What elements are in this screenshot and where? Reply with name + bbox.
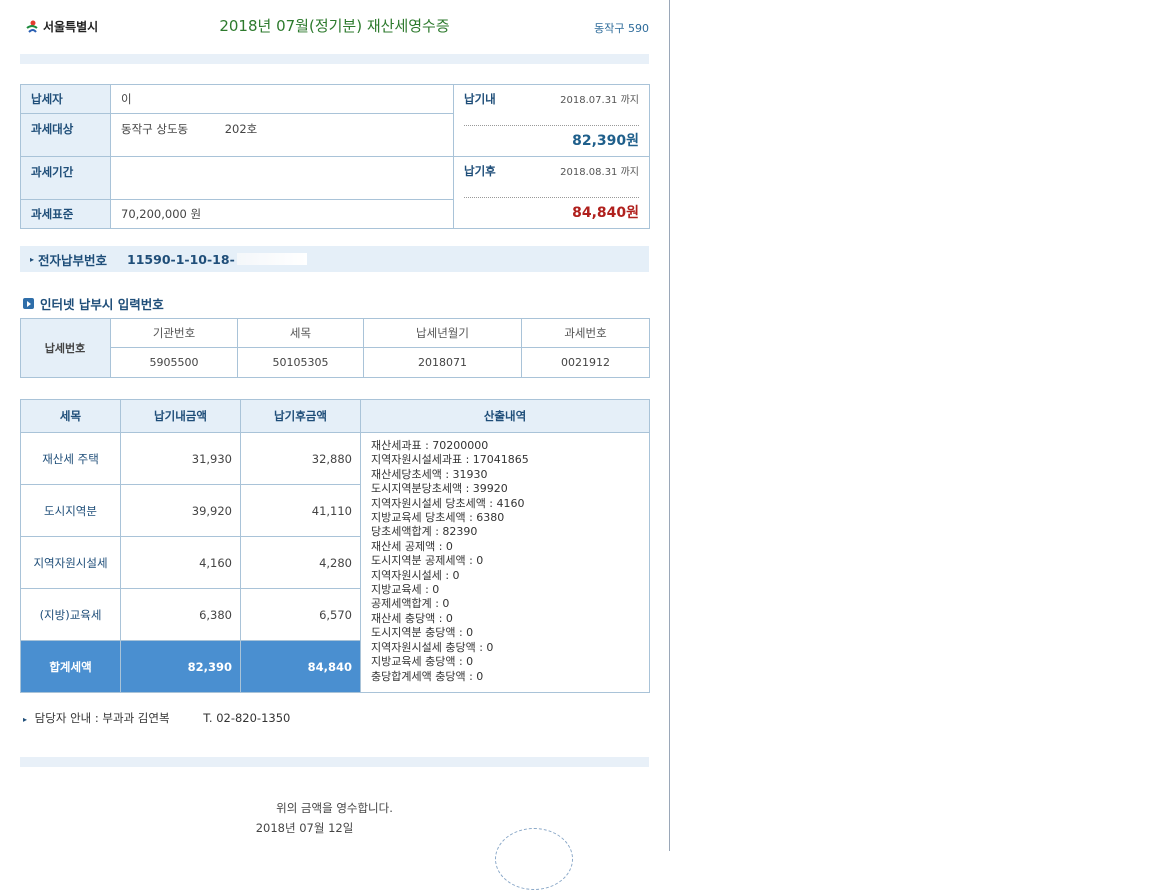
tax-number-label: 납세번호: [20, 318, 111, 378]
calculation-line: 지방교육세 당초세액 : 6380: [371, 511, 505, 525]
calculation-line: 지역자원시설세과표 : 17041865: [371, 453, 529, 467]
target-value: 동작구 상도동 202호: [110, 113, 454, 157]
standard-label: 과세표준: [20, 199, 111, 229]
col-header: 납세년월기: [363, 318, 522, 348]
target-label: 과세대상: [20, 113, 111, 157]
payer-value: 이: [110, 84, 454, 114]
calculation-line: 공제세액합계 : 0: [371, 597, 450, 611]
arrow-right-icon: ▸: [30, 254, 35, 264]
tax-period: 2018071: [363, 347, 522, 378]
tax-item-code: 50105305: [237, 347, 364, 378]
agency-number: 5905500: [110, 347, 238, 378]
stamp-seal: [495, 828, 573, 890]
tax-serial: 0021912: [521, 347, 650, 378]
after-due-cell: 납기후 2018.08.31 까지 84,840원: [453, 156, 650, 229]
page-divider: [669, 0, 670, 851]
before-due-cell: 납기내 2018.07.31 까지 82,390원: [453, 84, 650, 157]
internet-section-title: 인터넷 납부시 입력번호: [23, 294, 164, 313]
payer-label: 납세자: [20, 84, 111, 114]
play-square-icon: [23, 298, 34, 309]
table-row: 재산세 주택 31,930 32,880 재산세과표 : 70200000 지역자…: [20, 432, 650, 693]
internet-section-label: 인터넷 납부시 입력번호: [40, 297, 164, 312]
redacted-mark: [236, 253, 307, 265]
col-header: 산출내역: [360, 399, 650, 433]
arrow-right-icon: ▸: [23, 715, 28, 724]
col-header: 세목: [237, 318, 364, 348]
period-label: 과세기간: [20, 156, 111, 200]
calculation-line: 충당합계세액 충당액 : 0: [371, 669, 484, 683]
divider-bar: [20, 757, 649, 767]
calculation-line: 지역자원시설세 당초세액 : 4160: [371, 496, 525, 510]
electronic-payment-bar: ▸ 전자납부번호 11590-1-10-18-: [20, 246, 649, 272]
standard-value: 70,200,000 원: [110, 199, 454, 229]
calculation-line: 도시지역분당초세액 : 39920: [371, 482, 508, 496]
col-header: 세목: [20, 399, 121, 433]
after-due-amount: 84,840원: [572, 205, 639, 221]
calculation-line: 지방교육세 충당액 : 0: [371, 655, 474, 669]
col-header: 기관번호: [110, 318, 238, 348]
contact-info: ▸ 담당자 안내 : 부과과 김연복 T. 02-820-1350: [23, 710, 290, 726]
calculation-details: 재산세과표 : 70200000 지역자원시설세과표 : 17041865 재산세당…: [360, 432, 650, 693]
after-due-date: 2018.08.31 까지: [560, 167, 639, 178]
col-header: 납기후금액: [240, 399, 361, 433]
calculation-line: 재산세 공제액 : 0: [371, 539, 453, 553]
calculation-line: 재산세당초세액 : 31930: [371, 467, 488, 481]
calculation-line: 지방교육세 : 0: [371, 583, 440, 597]
before-due-date: 2018.07.31 까지: [560, 95, 639, 106]
calculation-line: 지역자원시설세 : 0: [371, 568, 460, 582]
calculation-line: 재산세과표 : 70200000: [371, 439, 489, 452]
before-due-label: 납기내: [464, 92, 496, 106]
calculation-line: 재산세 충당액 : 0: [371, 611, 453, 625]
taxpayer-info-table: 납세자 이 납기내 2018.07.31 까지 82,390원 과세대상 동작구…: [20, 84, 650, 229]
page-title: 2018년 07월(정기분) 재산세영수증: [219, 17, 450, 35]
calculation-line: 당초세액합계 : 82390: [371, 525, 478, 539]
electronic-payment-label: 전자납부번호: [38, 252, 108, 268]
contact-text: 담당자 안내 : 부과과 김연복: [34, 711, 170, 725]
before-due-amount: 82,390원: [572, 133, 639, 149]
receipt-confirm-text: 위의 금액을 영수합니다.: [276, 801, 393, 815]
calculation-line: 지역자원시설세 충당액 : 0: [371, 640, 494, 654]
tax-breakdown-table: 세목 납기내금액 납기후금액 산출내역 재산세 주택 31,930 32,880…: [20, 399, 650, 693]
after-due-label: 납기후: [464, 164, 496, 178]
period-value: [110, 156, 454, 200]
contact-phone: T. 02-820-1350: [203, 711, 291, 725]
calculation-line: 도시지역분 충당액 : 0: [371, 626, 474, 640]
col-header: 납기내금액: [120, 399, 241, 433]
internet-payment-table: 납세번호 기관번호 세목 납세년월기 과세번호 5905500 50105305…: [20, 318, 650, 378]
calculation-line: 도시지역분 공제세액 : 0: [371, 554, 484, 568]
electronic-payment-number: 11590-1-10-18-: [127, 251, 235, 267]
divider-bar: [20, 54, 649, 64]
col-header: 과세번호: [521, 318, 650, 348]
district-code: 동작구 590: [594, 22, 649, 35]
